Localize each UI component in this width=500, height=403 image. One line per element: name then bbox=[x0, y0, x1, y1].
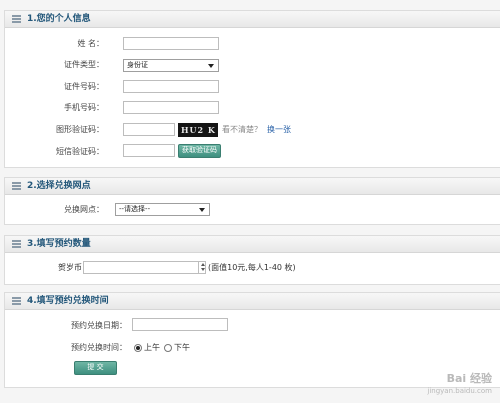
phone-input[interactable] bbox=[123, 101, 219, 114]
section-title: 4.填写预约兑换时间 bbox=[27, 296, 109, 306]
name-label: 姓 名： bbox=[77, 39, 104, 48]
section-title: 1.您的个人信息 bbox=[27, 14, 91, 24]
quantity-note: (面值10元,每人1-40 枚) bbox=[208, 263, 296, 272]
date-input[interactable] bbox=[132, 318, 228, 331]
outlet-section: 2.选择兑换网点 bbox=[4, 177, 500, 225]
quantity-input[interactable] bbox=[83, 261, 206, 274]
chevron-down-icon bbox=[208, 64, 214, 68]
captcha-image[interactable]: HU2 K bbox=[178, 123, 218, 137]
section-header: 3.填写预约数量 bbox=[5, 236, 500, 253]
get-sms-code-button[interactable]: 获取验证码 bbox=[178, 144, 221, 158]
submit-button[interactable]: 提 交 bbox=[74, 361, 117, 375]
list-icon bbox=[12, 15, 21, 23]
am-radio[interactable] bbox=[134, 344, 142, 352]
coin-label: 贺岁币 bbox=[58, 263, 82, 272]
captcha-label: 图形验证码： bbox=[56, 125, 104, 134]
unclear-text: 看不清楚？ bbox=[222, 125, 262, 134]
quantity-section: 3.填写预约数量 bbox=[4, 235, 500, 285]
section-header: 4.填写预约兑换时间 bbox=[5, 293, 500, 310]
list-icon bbox=[12, 182, 21, 190]
watermark-url: jingyan.baidu.com bbox=[427, 387, 492, 395]
id-number-input[interactable] bbox=[123, 80, 219, 93]
date-label: 预约兑换日期： bbox=[71, 321, 127, 330]
outlet-select[interactable]: --请选择-- bbox=[115, 203, 210, 216]
chevron-down-icon bbox=[199, 208, 205, 212]
pm-label: 下午 bbox=[174, 343, 190, 352]
phone-label: 手机号码： bbox=[64, 103, 104, 112]
list-icon bbox=[12, 240, 21, 248]
quantity-stepper[interactable] bbox=[198, 261, 206, 274]
watermark: Bai 经验 jingyan.baidu.com bbox=[427, 373, 492, 397]
id-type-label: 证件类型： bbox=[64, 60, 104, 69]
id-number-label: 证件号码： bbox=[64, 82, 104, 91]
arrow-up-icon[interactable] bbox=[200, 263, 205, 266]
captcha-input[interactable] bbox=[123, 123, 175, 136]
outlet-value: --请选择-- bbox=[119, 205, 151, 213]
list-icon bbox=[12, 297, 21, 305]
sms-label: 短信验证码： bbox=[56, 147, 104, 156]
am-label: 上午 bbox=[144, 343, 160, 352]
id-type-select[interactable]: 身份证 bbox=[123, 59, 219, 72]
name-input[interactable] bbox=[123, 37, 219, 50]
outlet-label: 兑换网点： bbox=[64, 205, 104, 214]
section-header: 1.您的个人信息 bbox=[5, 11, 500, 28]
refresh-captcha-link[interactable]: 换一张 bbox=[267, 124, 291, 136]
id-type-value: 身份证 bbox=[127, 61, 148, 69]
section-title: 2.选择兑换网点 bbox=[27, 181, 91, 191]
section-header: 2.选择兑换网点 bbox=[5, 178, 500, 195]
arrow-down-icon[interactable] bbox=[200, 268, 205, 271]
sms-code-input[interactable] bbox=[123, 144, 175, 157]
time-label: 预约兑换时间： bbox=[71, 343, 127, 352]
watermark-brand: Bai 经验 bbox=[446, 372, 492, 385]
section-title: 3.填写预约数量 bbox=[27, 239, 91, 249]
pm-radio[interactable] bbox=[164, 344, 172, 352]
